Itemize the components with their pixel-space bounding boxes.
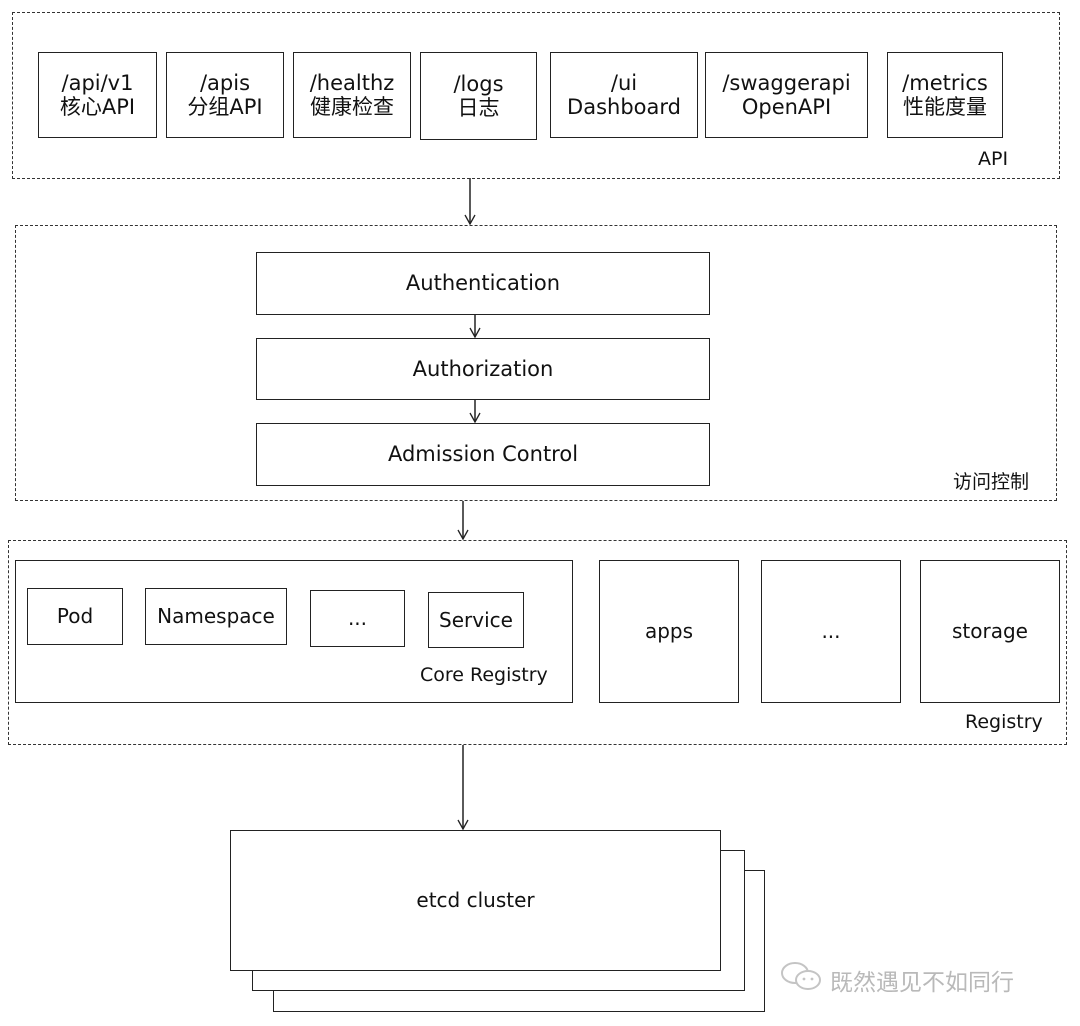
endpoint-logs: /logs 日志 <box>420 52 537 140</box>
endpoint-api-v1: /api/v1 核心API <box>38 52 157 138</box>
endpoint-ui: /ui Dashboard <box>550 52 698 138</box>
core-item-pod: Pod <box>27 588 123 645</box>
core-item-ellipsis: ... <box>310 590 405 647</box>
endpoint-path: /apis <box>199 70 251 95</box>
admission-control-step: Admission Control <box>256 423 710 486</box>
endpoint-path: /swaggerapi <box>722 70 851 95</box>
registry-group-storage: storage <box>920 560 1060 703</box>
watermark: 既然遇见不如同行 <box>780 960 1014 1000</box>
watermark-text: 既然遇见不如同行 <box>830 970 1014 996</box>
endpoint-path: /healthz <box>309 70 395 95</box>
wechat-icon <box>780 960 824 1000</box>
registry-group-ellipsis: ... <box>761 560 901 703</box>
endpoint-path: /ui <box>610 70 638 95</box>
api-layer-label: API <box>978 148 1009 170</box>
core-registry-label: Core Registry <box>420 664 548 686</box>
core-item-namespace: Namespace <box>145 588 287 645</box>
endpoint-desc: Dashboard <box>567 95 681 119</box>
endpoint-desc: 健康检查 <box>310 95 394 119</box>
access-control-label: 访问控制 <box>953 471 1030 493</box>
endpoint-path: /logs <box>453 71 504 96</box>
endpoint-desc: 分组API <box>187 95 263 119</box>
endpoint-path: /metrics <box>902 70 988 95</box>
endpoint-path: /api/v1 <box>61 70 134 95</box>
etcd-cluster: etcd cluster <box>230 830 721 971</box>
endpoint-desc: 日志 <box>457 96 500 120</box>
endpoint-swaggerapi: /swaggerapi OpenAPI <box>705 52 868 138</box>
authentication-step: Authentication <box>256 252 710 315</box>
endpoint-desc: 性能度量 <box>903 95 987 119</box>
core-item-service: Service <box>428 592 524 648</box>
endpoint-healthz: /healthz 健康检查 <box>293 52 411 138</box>
endpoint-apis: /apis 分组API <box>166 52 284 138</box>
endpoint-metrics: /metrics 性能度量 <box>887 52 1003 138</box>
endpoint-desc: OpenAPI <box>741 95 832 119</box>
authorization-step: Authorization <box>256 338 710 400</box>
registry-group-apps: apps <box>599 560 739 703</box>
registry-label: Registry <box>965 711 1043 733</box>
endpoint-desc: 核心API <box>59 95 136 119</box>
